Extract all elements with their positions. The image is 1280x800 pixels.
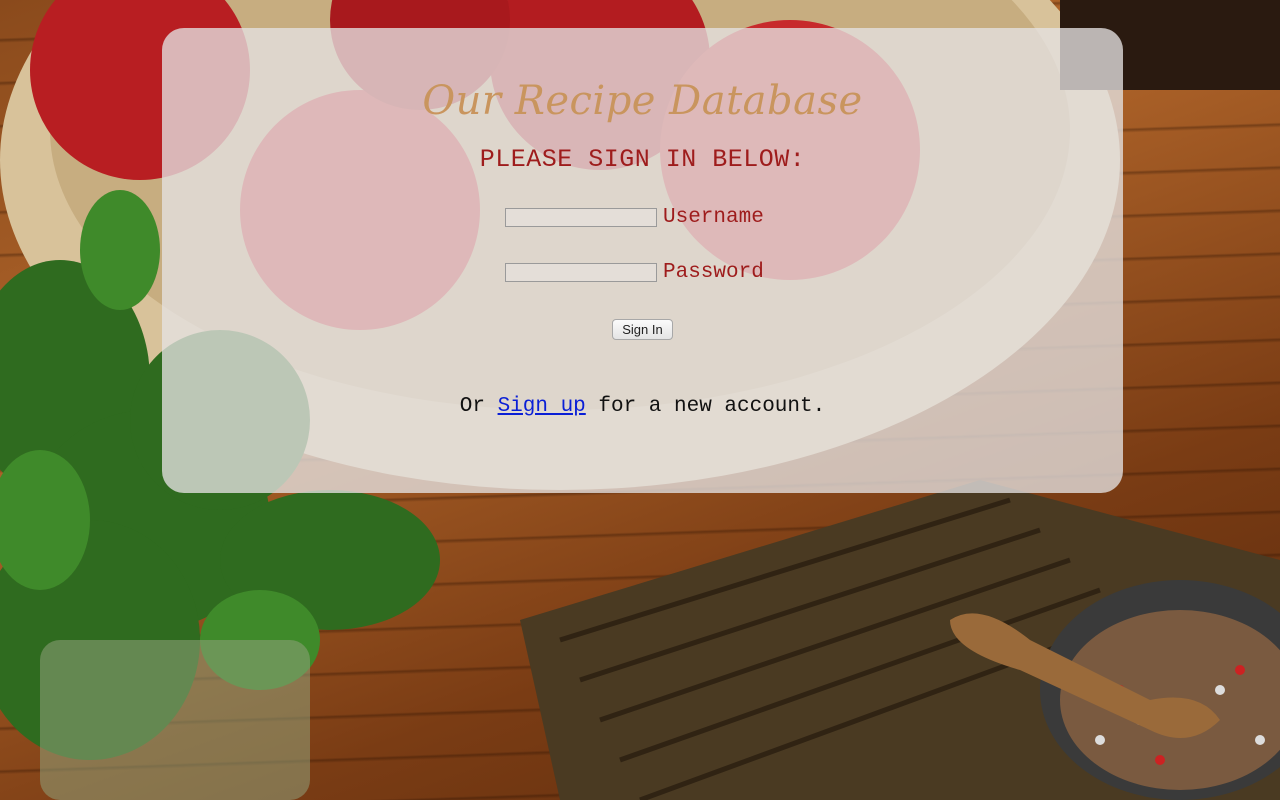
- password-input[interactable]: [505, 262, 657, 282]
- username-row: Username: [505, 205, 764, 229]
- username-label: Username: [663, 205, 764, 229]
- site-title: Our Recipe Database: [422, 78, 863, 124]
- sign-up-link[interactable]: Sign up: [498, 395, 586, 418]
- signin-heading: PLEASE SIGN IN BELOW:: [479, 145, 806, 174]
- username-input[interactable]: [505, 207, 657, 227]
- login-card: Our Recipe Database PLEASE SIGN IN BELOW…: [162, 28, 1123, 493]
- password-row: Password: [505, 260, 764, 284]
- sign-in-button[interactable]: Sign In: [612, 319, 673, 340]
- signup-prefix-text: Or: [459, 395, 498, 418]
- password-label: Password: [663, 260, 764, 284]
- signup-prompt: Or Sign up for a new account.: [162, 395, 1123, 418]
- signup-suffix-text: for a new account.: [585, 395, 826, 418]
